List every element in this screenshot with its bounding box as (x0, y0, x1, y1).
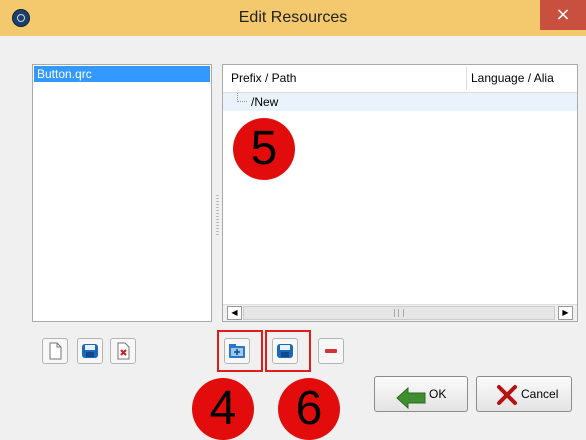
close-button[interactable]: × (540, 0, 586, 30)
column-header-prefix-path[interactable]: Prefix / Path (231, 65, 296, 92)
prefix-tree-view[interactable]: Prefix / Path Language / Alia /New ◀ ▶ (222, 64, 578, 322)
scroll-left-arrow-icon[interactable]: ◀ (227, 306, 242, 320)
cancel-button[interactable]: Cancel (476, 376, 572, 412)
new-file-icon (49, 342, 62, 360)
highlight-add-prefix (217, 330, 263, 372)
ok-button[interactable]: OK (374, 376, 468, 412)
column-divider[interactable] (466, 67, 467, 90)
tree-row[interactable]: /New (223, 93, 577, 111)
save-icon (82, 344, 98, 358)
title-bar: Edit Resources × (0, 0, 586, 36)
splitter-handle[interactable] (216, 195, 219, 235)
tree-row-label: /New (251, 95, 279, 109)
cancel-x-icon (497, 385, 517, 405)
remove-button[interactable] (318, 338, 344, 364)
new-file-button[interactable] (42, 338, 68, 364)
remove-file-button[interactable] (110, 338, 136, 364)
list-item[interactable]: Button.qrc (34, 66, 210, 82)
horizontal-scrollbar[interactable]: ◀ ▶ (223, 304, 577, 321)
ok-label: OK (429, 387, 447, 401)
column-header-language-alias[interactable]: Language / Alia (471, 65, 554, 92)
tree-branch-line (237, 93, 247, 102)
callout-badge: 5 (233, 118, 295, 180)
scroll-right-arrow-icon[interactable]: ▶ (558, 306, 573, 320)
ok-arrow-icon (396, 386, 426, 409)
save-file-button[interactable] (77, 338, 103, 364)
cancel-label: Cancel (521, 387, 559, 401)
callout-badge: 4 (192, 378, 254, 440)
remove-icon (325, 349, 337, 353)
tree-header: Prefix / Path Language / Alia (223, 65, 577, 93)
scrollbar-thumb[interactable] (243, 306, 555, 320)
remove-file-icon (117, 342, 130, 360)
resource-file-list[interactable]: Button.qrc (32, 64, 212, 322)
window-title: Edit Resources (238, 9, 348, 26)
scrollbar-grip (394, 309, 404, 317)
callout-badge: 6 (278, 378, 340, 440)
highlight-add-files (265, 330, 311, 372)
